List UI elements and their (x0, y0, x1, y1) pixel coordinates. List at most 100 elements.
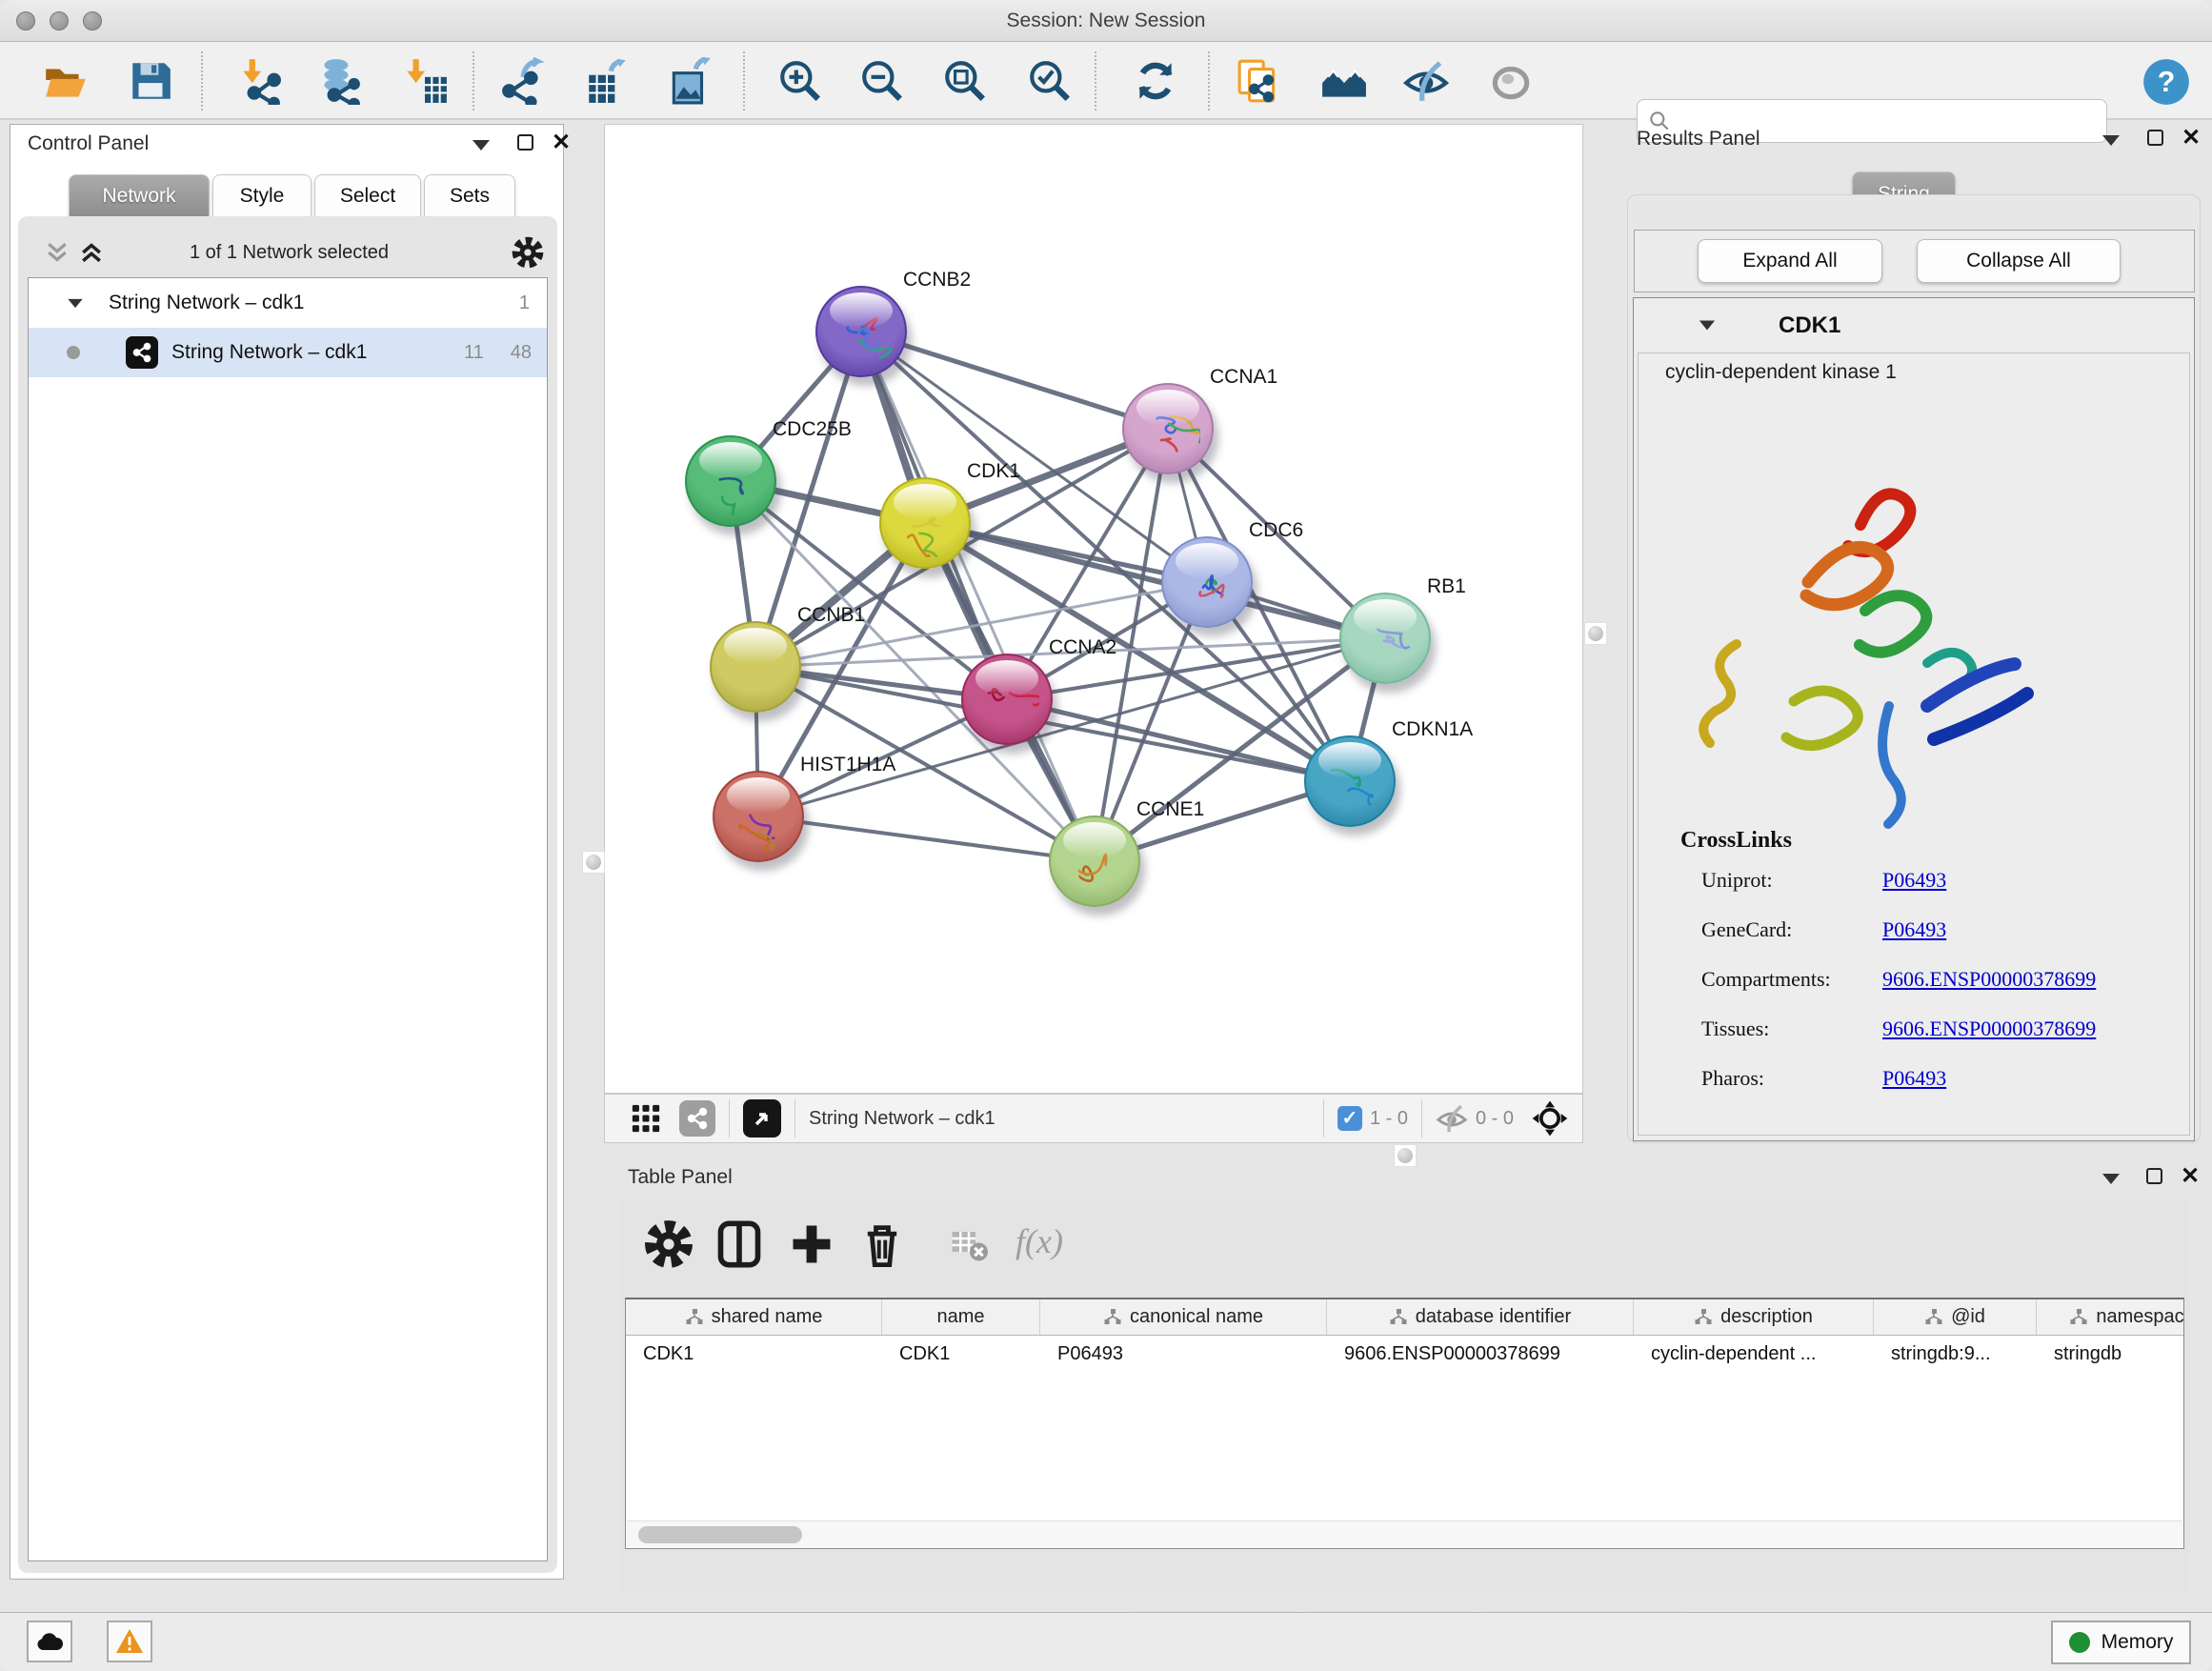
zoom-fit-icon[interactable] (941, 57, 989, 105)
scrollbar-thumb[interactable] (638, 1526, 802, 1543)
network-collection-row[interactable]: String Network – cdk1 1 (29, 278, 547, 328)
table-cell[interactable]: CDK1 (882, 1336, 1040, 1378)
collapse-all-chevron-icon[interactable] (43, 238, 71, 267)
network-node-cdc25b[interactable] (685, 435, 776, 527)
network-node-ccne1[interactable] (1049, 815, 1140, 907)
table-panel-menu-icon[interactable] (2102, 1174, 2120, 1184)
table-gear-icon[interactable] (644, 1219, 694, 1269)
open-session-icon[interactable] (41, 57, 89, 105)
network-node-rb1[interactable] (1339, 593, 1431, 684)
crosslink-value-link[interactable]: 9606.ENSP00000378699 (1882, 1017, 2096, 1041)
network-row-selected[interactable]: String Network – cdk1 11 48 (29, 328, 547, 377)
zoom-out-icon[interactable] (858, 57, 906, 105)
view-toolbar-separator (794, 1099, 795, 1137)
share-view-icon[interactable] (679, 1100, 715, 1137)
protein-description: cyclin-dependent kinase 1 (1665, 361, 1897, 384)
column-header-description[interactable]: description (1634, 1299, 1874, 1335)
crosslink-value-link[interactable]: 9606.ENSP00000378699 (1882, 967, 2096, 992)
string-home-icon[interactable] (1320, 57, 1368, 105)
table-cell[interactable]: P06493 (1040, 1336, 1327, 1378)
network-node-cdkn1a[interactable] (1304, 735, 1396, 827)
import-table-file-icon[interactable] (401, 57, 449, 105)
results-panel-close-icon[interactable]: ✕ (2182, 130, 2201, 146)
show-eye-icon[interactable] (1487, 57, 1535, 105)
horizontal-scrollbar[interactable] (627, 1520, 2182, 1547)
network-node-ccnb2[interactable] (815, 286, 907, 377)
zoom-selected-icon[interactable] (1026, 57, 1074, 105)
cloud-status-button[interactable] (27, 1621, 72, 1662)
node-table[interactable]: shared namenamecanonical namedatabase id… (625, 1298, 2184, 1549)
network-options-gear-icon[interactable] (512, 236, 544, 269)
network-canvas[interactable]: CCNB2CCNA1CDC25BCDK1CDC6RB1CCNB1CCNA2CDK… (604, 124, 1583, 1094)
table-cell[interactable]: cyclin-dependent ... (1634, 1336, 1874, 1378)
network-node-ccnb1[interactable] (710, 621, 801, 713)
network-node-ccna1[interactable] (1122, 383, 1214, 474)
protein-card-collapse-icon[interactable] (1699, 321, 1715, 331)
function-builder-icon[interactable]: f(x) (1016, 1221, 1063, 1261)
table-cell[interactable]: CDK1 (626, 1336, 882, 1378)
tab-sets[interactable]: Sets (424, 174, 515, 216)
tab-style[interactable]: Style (212, 174, 312, 216)
control-panel-close-icon[interactable]: ✕ (552, 134, 571, 151)
hide-panels-eye-icon[interactable] (1402, 57, 1450, 105)
tab-network[interactable]: Network (69, 174, 210, 216)
clone-network-icon[interactable] (1236, 57, 1283, 105)
column-header-database-identifier[interactable]: database identifier (1327, 1299, 1634, 1335)
grid-view-icon[interactable] (630, 1102, 662, 1135)
column-header-canonical-name[interactable]: canonical name (1040, 1299, 1327, 1335)
table-cell[interactable]: 9606.ENSP00000378699 (1327, 1336, 1634, 1378)
export-table-icon[interactable] (583, 57, 631, 105)
column-header-name[interactable]: name (882, 1299, 1040, 1335)
view-toolbar-separator (1421, 1099, 1422, 1137)
network-node-hist1h1a[interactable] (713, 771, 804, 862)
selected-checkbox[interactable]: ✓ (1337, 1106, 1362, 1131)
hidden-eye-icon[interactable] (1436, 1102, 1468, 1135)
table-cell[interactable]: stringdb:9... (1874, 1336, 2037, 1378)
column-header-shared-name[interactable]: shared name (626, 1299, 882, 1335)
delete-column-icon[interactable] (857, 1219, 907, 1269)
crosslink-value-link[interactable]: P06493 (1882, 868, 1946, 893)
results-panel-float-icon[interactable] (2147, 130, 2163, 146)
crosslink-value-link[interactable]: P06493 (1882, 917, 1946, 942)
import-network-file-icon[interactable] (234, 57, 282, 105)
expand-collapse-box: Expand All Collapse All (1634, 230, 2195, 292)
export-network-icon[interactable] (499, 57, 547, 105)
table-cell[interactable]: stringdb (2037, 1336, 2184, 1378)
memory-button[interactable]: Memory (2051, 1621, 2191, 1664)
left-splitter-grip[interactable] (582, 851, 605, 874)
help-icon[interactable]: ? (2142, 57, 2191, 107)
control-panel-float-icon[interactable] (517, 134, 533, 151)
table-panel-float-icon[interactable] (2146, 1168, 2162, 1184)
crosslink-value-link[interactable]: P06493 (1882, 1066, 1946, 1091)
import-network-database-icon[interactable] (314, 57, 362, 105)
network-node-cdc6[interactable] (1161, 536, 1253, 628)
protein-card-header[interactable]: CDK1 (1634, 298, 2194, 352)
expand-all-button[interactable]: Expand All (1698, 239, 1882, 283)
view-toolbar-separator (1323, 1099, 1324, 1137)
columns-icon[interactable] (714, 1219, 764, 1269)
save-session-icon[interactable] (127, 57, 174, 105)
fit-crosshair-icon[interactable] (1531, 1099, 1569, 1137)
table-row[interactable]: CDK1CDK1P064939606.ENSP00000378699cyclin… (626, 1336, 2183, 1378)
table-panel-title: Table Panel (628, 1166, 733, 1189)
collection-expand-icon[interactable] (68, 298, 82, 307)
column-header--id[interactable]: @id (1874, 1299, 2037, 1335)
right-splitter-grip[interactable] (1584, 622, 1607, 645)
expand-all-chevron-icon[interactable] (77, 238, 106, 267)
column-header-namespac[interactable]: namespac (2037, 1299, 2184, 1335)
results-panel-menu-icon[interactable] (2102, 135, 2120, 146)
toolbar-separator (743, 51, 745, 111)
zoom-in-icon[interactable] (776, 57, 824, 105)
refresh-icon[interactable] (1132, 57, 1179, 105)
add-column-icon[interactable] (787, 1219, 836, 1269)
birds-eye-icon[interactable] (743, 1099, 781, 1137)
delete-table-icon[interactable] (949, 1225, 989, 1265)
warning-status-button[interactable] (107, 1621, 152, 1662)
network-node-ccna2[interactable] (961, 654, 1053, 745)
network-node-cdk1[interactable] (879, 477, 971, 569)
table-panel-close-icon[interactable]: ✕ (2181, 1168, 2200, 1184)
export-image-icon[interactable] (666, 57, 714, 105)
collapse-all-button[interactable]: Collapse All (1917, 239, 2121, 283)
tab-select[interactable]: Select (314, 174, 421, 216)
control-panel-menu-icon[interactable] (473, 140, 490, 151)
